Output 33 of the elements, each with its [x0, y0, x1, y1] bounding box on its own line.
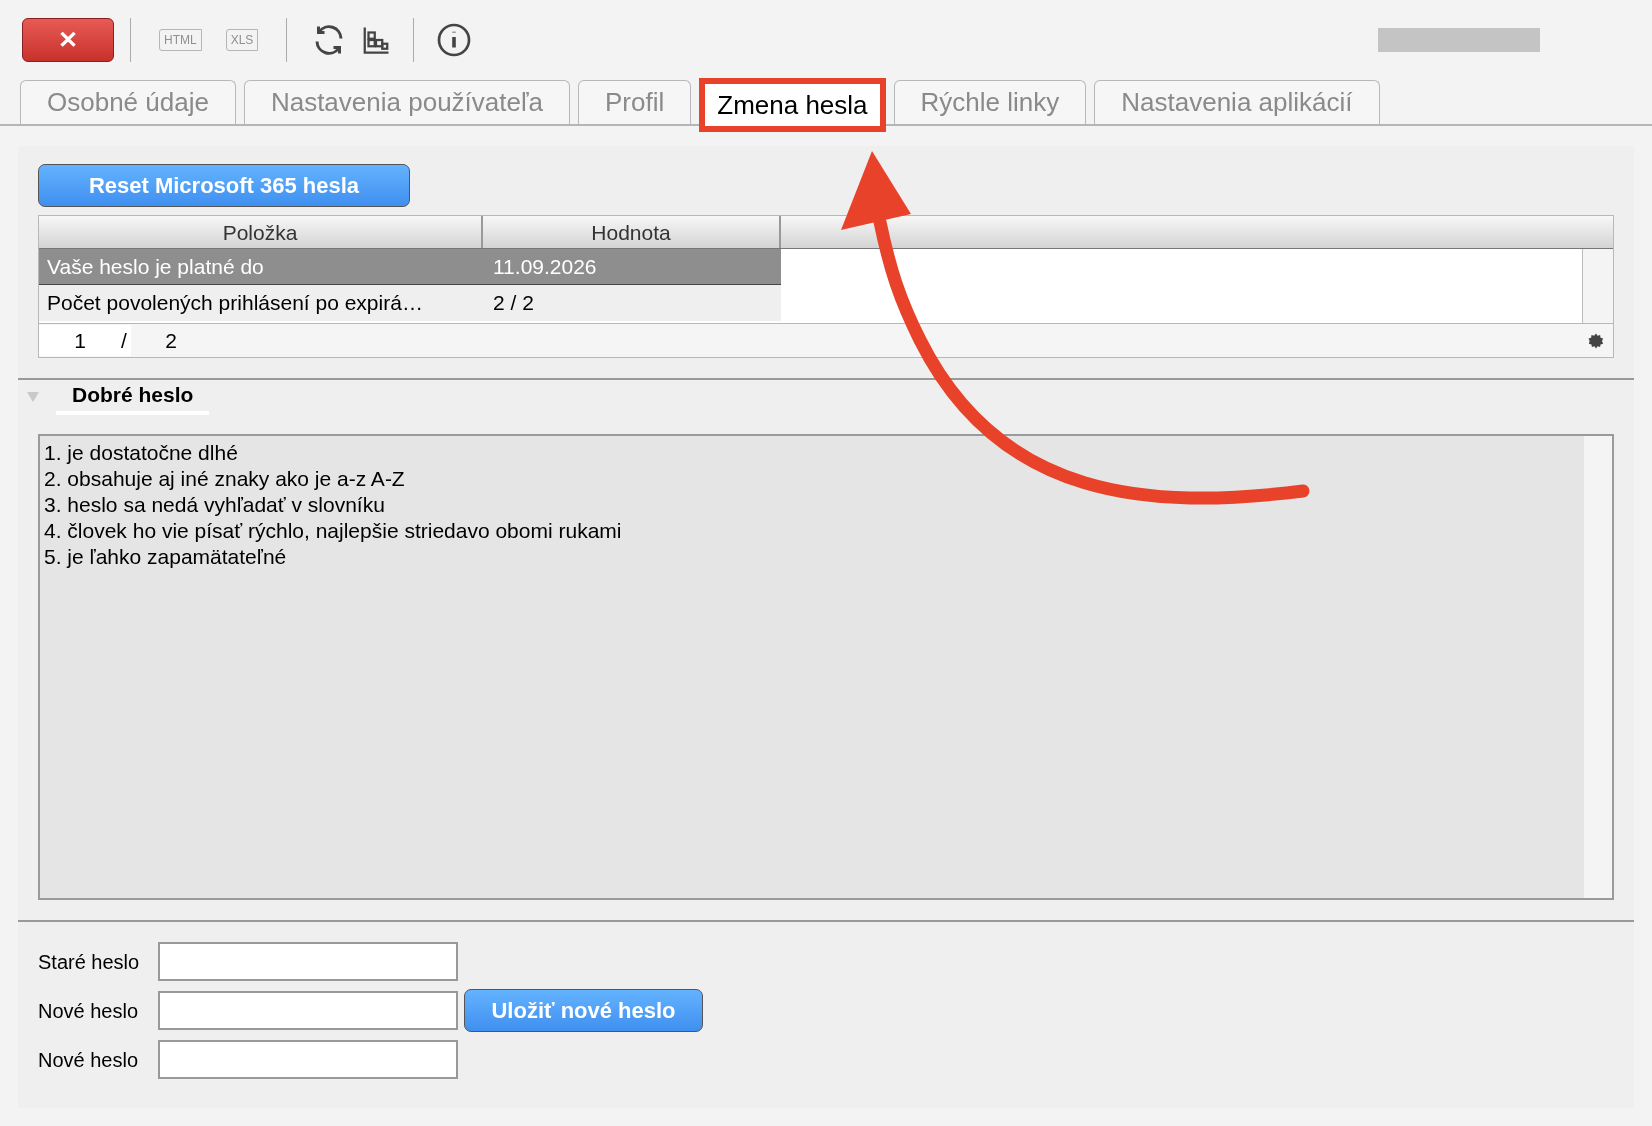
section-title[interactable]: Dobré heslo	[56, 379, 210, 415]
table-cell-text: 2 / 2	[492, 290, 534, 317]
password-field[interactable]	[158, 942, 458, 981]
reset-password-button[interactable]: Reset Microsoft 365 hesla	[38, 164, 410, 207]
guideline-text: 1. je dostatočne dlhé	[44, 440, 238, 466]
field-label: Nové heslo	[38, 998, 140, 1024]
field-label: Staré heslo	[38, 949, 141, 975]
table-cell-text: 11.09.2026	[492, 253, 597, 280]
guideline-text: 5. je ľahko zapamätateľné	[44, 544, 287, 570]
table-row[interactable]: Vaše heslo je platné do 11.09.2026	[39, 249, 781, 285]
close-button[interactable]: ✕	[22, 18, 114, 62]
tab[interactable]: Zmena hesla	[699, 78, 886, 132]
page-total: 2	[164, 327, 178, 354]
grid-chart-icon[interactable]	[361, 25, 392, 55]
table-cell-text: Vaše heslo je platné do	[46, 253, 265, 280]
field-label: Nové heslo	[38, 1047, 140, 1073]
guideline-text: 4. človek ho vie písať rýchlo, najlepšie striedavo obomi rukami	[44, 518, 622, 544]
tab[interactable]: Osobné údaje	[20, 80, 236, 124]
tab[interactable]: Nastavenia používateľa	[243, 80, 570, 124]
save-password-button[interactable]: Uložiť nové heslo	[464, 989, 703, 1032]
tab[interactable]: Nastavenia aplikácií	[1094, 80, 1380, 124]
guideline-text: 2. obsahuje aj iné znaky ako je a-z A-Z	[44, 466, 405, 492]
tab[interactable]: Rýchle linky	[893, 80, 1087, 124]
table-cell-text: Počet povolených prihlásení po expirá…	[46, 290, 424, 317]
tab[interactable]: Profil	[578, 80, 692, 124]
page-separator: /	[121, 324, 131, 357]
guideline-text: 3. heslo sa nedá vyhľadať v slovníku	[44, 492, 385, 518]
info-icon[interactable]	[436, 22, 473, 58]
settings-icon[interactable]	[1587, 331, 1605, 350]
password-field[interactable]	[158, 991, 458, 1030]
page-number: 1	[39, 324, 121, 357]
table-row[interactable]: Počet povolených prihlásení po expirá… 2 / 2	[39, 285, 781, 321]
password-field[interactable]	[158, 1040, 458, 1079]
